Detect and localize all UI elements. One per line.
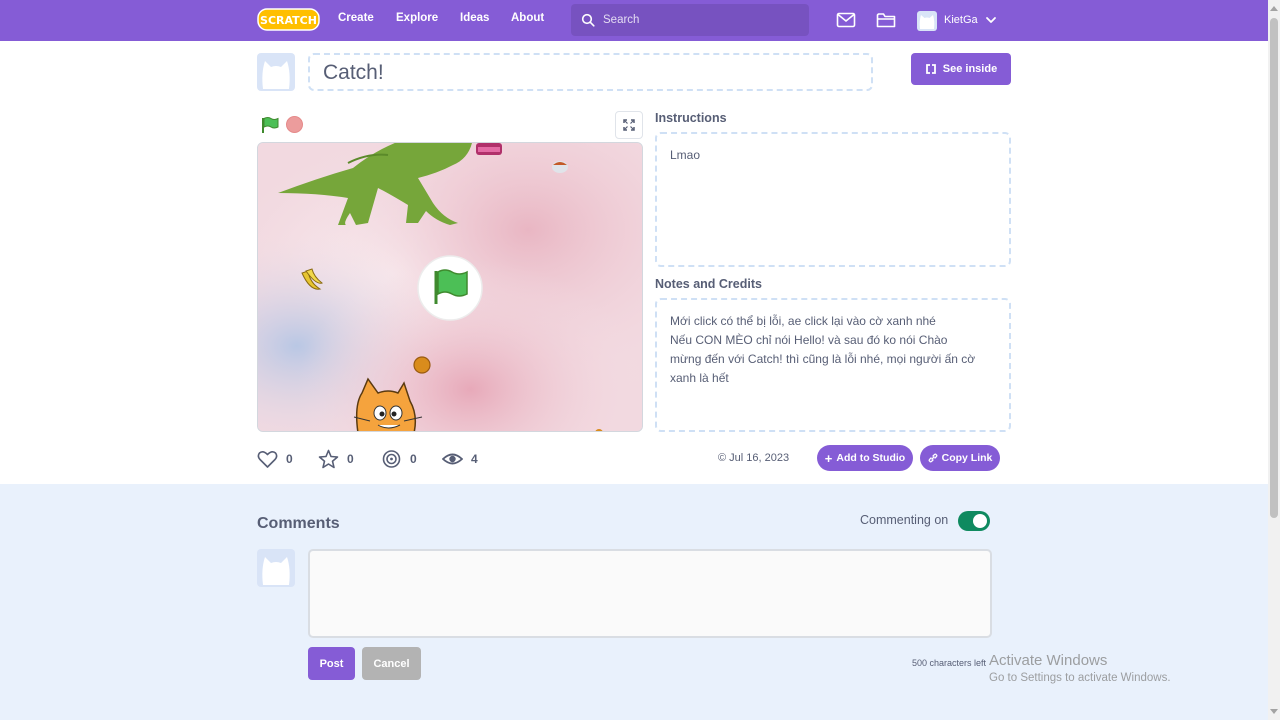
comment-input[interactable] [308,549,992,638]
characters-left: 500 characters left [912,658,987,668]
notes-heading: Notes and Credits [655,277,762,291]
my-stuff-folder-icon[interactable] [876,11,896,29]
see-inside-button[interactable]: See inside [911,53,1011,85]
commenting-toggle-label: Commenting on [860,513,949,527]
remix-spiral-icon [382,450,401,468]
nav-explore[interactable]: Explore [396,12,438,24]
chevron-down-icon[interactable] [985,15,997,25]
project-author-avatar[interactable] [257,53,295,91]
stage-canvas [258,143,642,431]
remix-count: 0 [410,452,417,466]
notes-field[interactable]: Mới click có thể bị lỗi, ae click lại và… [655,298,1011,432]
instructions-heading: Instructions [655,111,727,125]
fullscreen-icon [623,119,635,131]
notes-line: Nếu CON MÈO chỉ nói Hello! và sau đó ko … [670,333,948,347]
top-navbar: SCRATCH Create Explore Ideas About KietG… [0,0,1268,41]
love-stat[interactable]: 0 [257,448,293,470]
scrollbar-thumb[interactable] [1270,18,1278,518]
star-icon [318,449,339,469]
views-count: 4 [471,452,478,466]
start-overlay-button[interactable] [417,255,483,321]
search-input[interactable] [603,10,799,30]
toggle-knob [973,514,987,528]
nav-about[interactable]: About [511,12,544,24]
favorite-count: 0 [347,452,354,466]
cat-avatar-icon [262,61,290,89]
instructions-field[interactable]: Lmao [655,132,1011,267]
scroll-up-arrow-icon[interactable] [1268,2,1280,14]
copy-link-button[interactable]: Copy Link [920,445,1000,471]
messages-icon[interactable] [836,11,856,29]
copy-link-label: Copy Link [941,452,993,464]
stop-button[interactable] [286,116,303,133]
cancel-button[interactable]: Cancel [362,647,421,680]
see-inside-label: See inside [942,63,998,75]
add-to-studio-button[interactable]: + Add to Studio [817,445,913,471]
favorite-stat[interactable]: 0 [318,448,354,470]
share-date: © Jul 16, 2023 [718,452,789,464]
notes-line: xanh là hết [670,371,729,385]
link-icon [928,453,938,463]
love-count: 0 [286,452,293,466]
fullscreen-button[interactable] [615,111,643,139]
user-avatar[interactable] [917,11,937,31]
scroll-down-arrow-icon[interactable] [1268,706,1280,718]
orange-sprite [413,356,431,374]
activate-windows-subtitle: Go to Settings to activate Windows. [989,672,1171,684]
nav-ideas[interactable]: Ideas [460,12,489,24]
cat-avatar-icon [919,15,935,29]
add-to-studio-label: Add to Studio [836,452,906,464]
pink-cake-sprite [476,143,502,155]
post-button[interactable]: Post [308,647,355,680]
nav-create[interactable]: Create [338,12,374,24]
search-icon [581,13,595,27]
copyright-icon: © [718,452,730,464]
logo-text: SCRATCH [260,14,317,27]
commenting-toggle[interactable] [958,511,990,531]
activate-windows-title: Activate Windows [989,652,1108,669]
instructions-text: Lmao [670,148,701,162]
scratch-logo[interactable]: SCRATCH [257,7,320,32]
eye-icon [442,453,463,465]
green-flag-icon[interactable] [260,116,280,134]
username[interactable]: KietGa [944,14,978,26]
share-date-text: Jul 16, 2023 [729,452,790,464]
green-flag-icon [437,269,468,297]
remix-arrows-icon [925,64,936,74]
commenter-avatar [257,549,295,587]
notes-line: mừng đến với Catch! thì cũng là lỗi nhé,… [670,352,976,366]
bowl-sprite [552,161,568,173]
project-stage[interactable] [257,142,643,432]
remix-stat: 0 [381,448,417,470]
search-bar[interactable] [571,4,809,36]
views-stat: 4 [442,448,478,470]
plus-icon: + [824,450,833,466]
comments-heading: Comments [257,515,340,532]
notes-line: Mới click có thể bị lỗi, ae click lại và… [670,314,936,328]
cat-avatar-icon [262,557,290,585]
project-title[interactable]: Catch! [308,53,873,91]
heart-icon [257,451,278,468]
